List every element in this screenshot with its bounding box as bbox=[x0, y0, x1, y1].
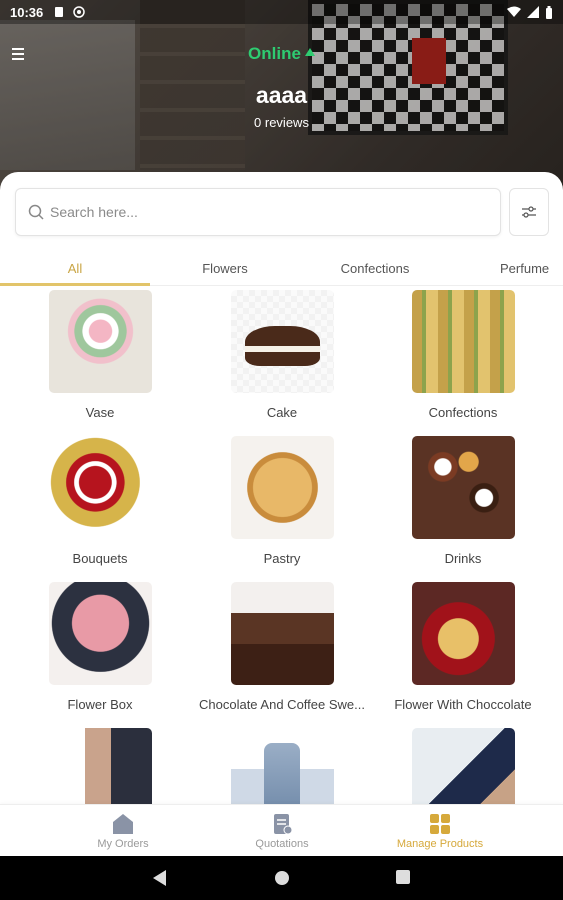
signal-icon bbox=[527, 6, 539, 18]
category-label: Bouquets bbox=[72, 551, 128, 566]
battery-icon bbox=[546, 5, 552, 19]
category-item-flower-chocolate[interactable]: Flower With Chocc­olate bbox=[369, 582, 557, 712]
caret-up-icon bbox=[304, 48, 315, 56]
tab-flowers[interactable]: Flowers bbox=[150, 250, 300, 286]
category-item-perfume-bottle[interactable] bbox=[188, 728, 376, 804]
category-label: Pastry bbox=[263, 551, 301, 566]
back-icon[interactable] bbox=[153, 870, 167, 886]
category-item-perfume-man[interactable] bbox=[6, 728, 194, 804]
baklava-tray-image bbox=[411, 290, 515, 393]
home-icon bbox=[113, 814, 133, 834]
online-status-label: Online bbox=[248, 44, 301, 63]
status-time: 10:36 bbox=[10, 4, 44, 20]
man-with-perfume-image bbox=[48, 728, 152, 804]
coffee-cups-image bbox=[411, 436, 515, 539]
flower-chocolate-arrangement-image bbox=[411, 582, 515, 685]
search-icon bbox=[28, 204, 44, 220]
nav-manage-products[interactable]: Manage Products bbox=[346, 805, 534, 857]
category-item-pastry[interactable]: Pastry bbox=[188, 436, 376, 566]
store-name: aaaa bbox=[255, 82, 308, 108]
status-bar: 10:36 bbox=[0, 0, 563, 24]
category-item-flower-box[interactable]: Flower Box bbox=[6, 582, 194, 712]
rose-bouquet-image bbox=[48, 436, 152, 539]
perfume-bottle-image bbox=[230, 728, 334, 804]
pink-rose-box-image bbox=[48, 582, 152, 685]
category-label: Vase bbox=[85, 405, 115, 420]
wifi-icon bbox=[507, 6, 521, 17]
category-label: Flower Box bbox=[67, 697, 133, 712]
tab-all[interactable]: All bbox=[0, 250, 150, 286]
tab-confections[interactable]: Confections bbox=[300, 250, 450, 286]
sim-icon bbox=[55, 7, 64, 17]
filter-sliders-icon bbox=[522, 206, 536, 218]
vpn-icon bbox=[73, 6, 85, 18]
perfume-spray-image bbox=[411, 728, 515, 804]
category-label: Confections bbox=[428, 405, 498, 420]
category-tabs: All Flowers Confections Perfume bbox=[0, 250, 563, 286]
nav-label: Manage Products bbox=[396, 838, 484, 850]
recents-icon[interactable] bbox=[396, 870, 410, 884]
filter-button[interactable] bbox=[509, 188, 549, 236]
search-bar[interactable] bbox=[15, 188, 501, 236]
reviews-count[interactable]: 0 reviews bbox=[0, 115, 563, 130]
content-sheet: All Flowers Confections Perfume Vase Cak… bbox=[0, 172, 563, 804]
online-status[interactable]: Online bbox=[0, 44, 563, 64]
category-item-cake[interactable]: Cake bbox=[188, 290, 376, 420]
android-navigation-bar bbox=[0, 856, 563, 900]
category-item-vase[interactable]: Vase bbox=[6, 290, 194, 420]
document-icon bbox=[274, 814, 293, 835]
bottom-navigation: My Orders Quotations Manage Products bbox=[0, 804, 563, 856]
home-button-icon[interactable] bbox=[274, 870, 290, 886]
tab-perfume[interactable]: Perfume bbox=[450, 250, 563, 286]
chocolate-cake-bar-image bbox=[230, 582, 334, 685]
category-label: Drinks bbox=[444, 551, 482, 566]
flower-vase-image bbox=[48, 290, 152, 393]
category-label: Cake bbox=[266, 405, 298, 420]
grid-icon bbox=[430, 814, 450, 834]
search-input[interactable] bbox=[50, 204, 470, 220]
category-item-drinks[interactable]: Drinks bbox=[369, 436, 557, 566]
category-item-confections[interactable]: Confections bbox=[369, 290, 557, 420]
category-item-perfume-spray[interactable] bbox=[369, 728, 557, 804]
category-label: Flower With Chocc­olate bbox=[394, 697, 532, 712]
category-item-bouquets[interactable]: Bouquets bbox=[6, 436, 194, 566]
tab-indicator bbox=[0, 283, 150, 286]
category-label: Chocolate And Coffee Swe... bbox=[199, 697, 365, 712]
chocolate-cake-image bbox=[230, 290, 334, 393]
quiche-pastry-image bbox=[230, 436, 334, 539]
category-item-chocolate-coffee[interactable]: Chocolate And Coffee Swe... bbox=[188, 582, 376, 712]
